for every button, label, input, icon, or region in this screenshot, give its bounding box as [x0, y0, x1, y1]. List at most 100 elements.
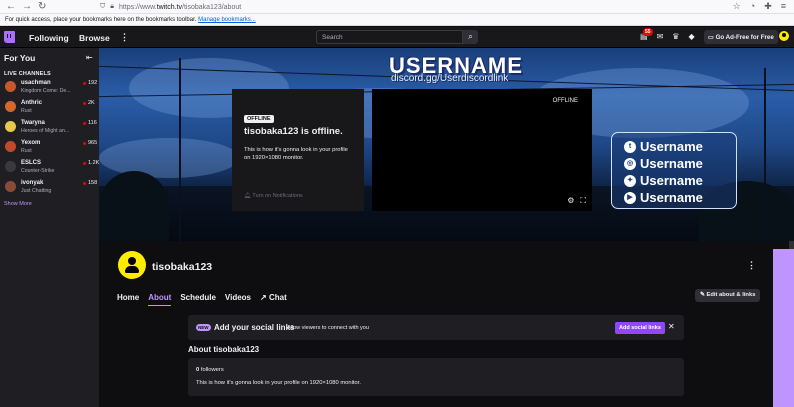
tab-videos[interactable]: Videos: [225, 293, 251, 306]
about-description: This is how it's gonna look in your prof…: [196, 380, 361, 386]
fullscreen-icon[interactable]: ⛶: [580, 196, 586, 206]
youtube-icon: ▶: [624, 191, 636, 204]
channel-avatar: [5, 141, 16, 152]
user-avatar[interactable]: [778, 30, 790, 42]
bookmarks-toolbar: For quick access, place your bookmarks h…: [0, 14, 794, 26]
search-icon[interactable]: ⌕: [463, 30, 478, 44]
social-username: Username: [640, 139, 703, 154]
bookmarks-hint: For quick access, place your bookmarks h…: [5, 17, 197, 23]
reload-icon[interactable]: ↻: [38, 1, 46, 12]
channel-name: ESLCS: [21, 160, 42, 166]
edit-about-button[interactable]: ✎ Edit about & links: [695, 289, 761, 302]
social-username: Username: [640, 173, 703, 188]
back-icon[interactable]: ←: [6, 1, 16, 12]
manage-bookmarks-link[interactable]: Manage bookmarks...: [198, 17, 256, 23]
url-text: https://www.twitch.tv/tisobaka123/about: [118, 3, 242, 11]
followers-label: followers: [200, 367, 224, 373]
ad-free-label: Go Ad-Free for Free: [715, 34, 774, 41]
tab-about[interactable]: About: [148, 293, 172, 306]
player-controls: ⚙ ⛶: [567, 196, 586, 206]
twitch-logo-icon[interactable]: [4, 31, 15, 43]
right-purple-strip: [773, 249, 794, 407]
browser-actions: ☆ ◔ ✚ ≡: [733, 1, 786, 12]
instagram-icon: ◎: [624, 157, 636, 170]
whispers-icon[interactable]: ✉: [657, 32, 664, 41]
sidebar-channel-twaryna[interactable]: Twaryna Heroes of Might an... 116: [4, 119, 97, 137]
banner-socials-card: t Username ◎ Username ✦ Username ▶ Username: [611, 132, 737, 209]
close-icon[interactable]: ✕: [668, 322, 675, 331]
pocket-icon[interactable]: ◔: [750, 1, 755, 12]
show-more-link[interactable]: Show More: [4, 201, 95, 207]
lock-icon: 🔒︎: [110, 3, 114, 10]
live-dot-icon: [83, 142, 86, 145]
settings-gear-icon[interactable]: ⚙: [567, 196, 574, 206]
live-dot-icon: [83, 122, 86, 125]
video-player[interactable]: OFFLINE ⚙ ⛶: [372, 89, 592, 211]
offline-card: OFFLINE tisobaka123 is offline. This is …: [232, 89, 364, 211]
following-link[interactable]: Following: [29, 33, 69, 43]
social-username: Username: [640, 156, 703, 171]
channel-game: Rust: [21, 147, 32, 154]
sidebar-channel-eslcs[interactable]: ESLCS Counter-Strike 1.2K: [4, 159, 99, 177]
profile-avatar[interactable]: [118, 251, 146, 279]
forward-icon[interactable]: →: [22, 1, 32, 12]
prime-crown-icon[interactable]: ♛: [672, 32, 679, 41]
profile-more-icon[interactable]: ⋮: [747, 260, 756, 271]
tab-home[interactable]: Home: [117, 293, 139, 306]
scrollbar[interactable]: [789, 241, 794, 249]
utility-pole: [764, 68, 766, 241]
tab-schedule[interactable]: Schedule: [180, 293, 216, 306]
offline-description: This is how it's gonna look in your prof…: [244, 147, 348, 161]
channel-viewers: 965: [88, 140, 98, 146]
sidebar-channel-anthric[interactable]: Anthric Rust 2K: [4, 99, 95, 117]
tumblr-icon: t: [624, 140, 636, 153]
search-input[interactable]: Search: [316, 30, 463, 44]
banner-discord: discord.gg/Userdiscordlink: [391, 73, 509, 84]
bookmark-star-icon[interactable]: ☆: [733, 1, 741, 12]
more-menu-icon[interactable]: ⋮: [120, 32, 129, 43]
live-dot-icon: [83, 182, 86, 185]
channel-name: Anthric: [21, 100, 42, 106]
go-ad-free-button[interactable]: ▭ Go Ad-Free for Free: [704, 30, 778, 44]
bits-icon[interactable]: ◆: [688, 32, 694, 41]
channel-name: Yexom: [21, 140, 41, 146]
address-bar[interactable]: ⛉ 🔒︎ https://www.twitch.tv/tisobaka123/a…: [100, 1, 241, 13]
offline-tag: OFFLINE: [244, 115, 274, 123]
banner-social-row: ▶ Username: [624, 190, 703, 205]
add-social-links-button[interactable]: Add social links: [615, 322, 665, 334]
turn-on-notifications-button[interactable]: 🔔︎ Turn on Notifications: [244, 193, 303, 199]
channel-game: Rust: [21, 107, 32, 114]
cloud-shape: [99, 138, 239, 178]
channel-avatar: [5, 121, 16, 132]
sidebar-channel-yexom[interactable]: Yexom Rust 965: [4, 139, 98, 157]
shield-icon: ⛉: [100, 3, 106, 10]
channel-avatar: [5, 181, 16, 192]
channel-avatar: [5, 81, 16, 92]
menu-icon[interactable]: ≡: [781, 1, 786, 12]
banner-social-row: ◎ Username: [624, 156, 703, 171]
social-banner-subtitle: Allow viewers to connect with you: [287, 325, 369, 331]
banner-social-row: ✦ Username: [624, 173, 703, 188]
channel-list: usachman Kingdom Come: De... 192 Anthric Rus…: [4, 79, 99, 197]
sidebar-channel-ivonyak[interactable]: ivonyak Just Chatting 158: [4, 179, 98, 197]
popout-arrow-icon: ↗: [260, 293, 269, 302]
extensions-icon[interactable]: ✚: [764, 1, 772, 12]
tab-chat[interactable]: ↗ Chat: [260, 293, 287, 306]
followers-number: 0: [196, 367, 200, 373]
tab-label: Chat: [268, 293, 287, 302]
followers-count: 0 followers: [196, 367, 224, 373]
channel-viewers: 2K: [88, 100, 95, 106]
sidebar-channel-usachman[interactable]: usachman Kingdom Come: De... 192: [4, 79, 98, 97]
channel-viewers: 192: [88, 80, 98, 86]
browse-link[interactable]: Browse: [79, 33, 110, 43]
for-you-heading: For You: [4, 53, 36, 63]
ad-free-icon: ▭: [708, 34, 716, 41]
live-dot-icon: [83, 102, 86, 105]
collapse-sidebar-icon[interactable]: ⇤: [86, 53, 93, 62]
social-banner-title: Add your social links: [214, 323, 295, 332]
channel-viewers: 158: [88, 180, 98, 186]
new-badge: NEW: [196, 324, 211, 331]
offline-title: tisobaka123 is offline.: [244, 126, 343, 137]
banner-social-row: t Username: [624, 139, 703, 154]
channel-name: usachman: [21, 80, 51, 86]
